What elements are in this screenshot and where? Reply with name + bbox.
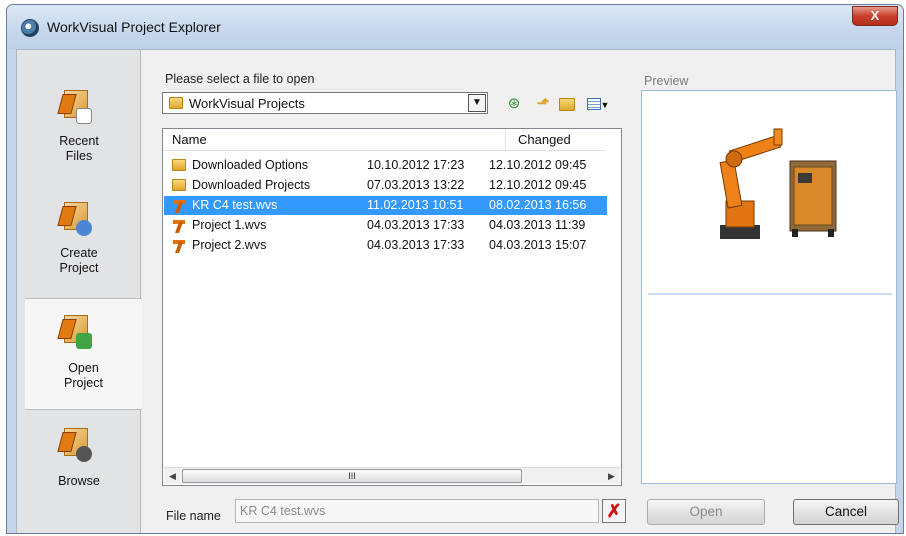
file-name: Downloaded Options	[192, 158, 309, 172]
sidebar-item-recent-files[interactable]: Recent Files	[17, 74, 141, 186]
sidebar-item-create-project[interactable]: Create Project	[17, 186, 141, 298]
file-row[interactable]: Downloaded Projects 07.03.2013 13:22 12.…	[164, 176, 607, 195]
up-folder-icon[interactable]: ⬏	[533, 94, 553, 114]
sidebar-item-browse[interactable]: Browse	[17, 412, 141, 524]
file-changed: 12.10.2012 09:45	[489, 158, 587, 172]
wvs-project-icon	[172, 219, 186, 233]
dialog-window: WorkVisual Project Explorer X Recent Fil…	[6, 4, 904, 534]
sidebar-item-label: Project	[59, 261, 99, 275]
file-name-label: File name	[166, 509, 221, 523]
open-button[interactable]: Open	[647, 499, 765, 525]
wvs-project-icon	[172, 239, 186, 253]
cancel-button[interactable]: Cancel	[793, 499, 899, 525]
file-name: Downloaded Projects	[192, 178, 311, 192]
file-list[interactable]: Name Changed Downloaded Options 10.10.20…	[162, 128, 622, 486]
scroll-left-icon[interactable]: ◀	[164, 468, 181, 484]
scroll-right-icon[interactable]: ▶	[603, 468, 620, 484]
title-bar: WorkVisual Project Explorer X	[7, 5, 903, 49]
new-folder-icon[interactable]	[557, 94, 577, 114]
close-button[interactable]: X	[852, 6, 898, 26]
file-created: 04.03.2013 17:33	[367, 218, 465, 232]
file-row-selected[interactable]: KR C4 test.wvs 11.02.2013 10:51 08.02.20…	[164, 196, 607, 215]
window-title: WorkVisual Project Explorer	[47, 19, 221, 35]
scroll-thumb[interactable]: III	[182, 469, 522, 483]
file-changed: 04.03.2013 11:39	[489, 218, 586, 232]
clear-icon[interactable]: ✗	[602, 499, 626, 523]
location-dropdown[interactable]: WorkVisual Projects ▼	[162, 92, 488, 114]
folder-icon	[172, 158, 186, 171]
file-changed: 08.02.2013 16:56	[489, 198, 587, 212]
dialog-body: Recent Files Create Project Open Project	[16, 49, 899, 533]
workvisual-app-icon	[21, 19, 39, 37]
file-created: 04.03.2013 17:33	[367, 238, 465, 252]
recent-files-icon	[57, 88, 92, 124]
column-header-name[interactable]: Name	[163, 129, 506, 151]
preview-separator	[648, 293, 892, 295]
open-project-icon	[57, 313, 92, 349]
file-changed: 12.10.2012 09:45	[489, 178, 587, 192]
folder-icon	[169, 97, 183, 109]
select-file-prompt: Please select a file to open	[165, 72, 315, 86]
horizontal-scrollbar[interactable]: ◀ III ▶	[164, 467, 620, 484]
file-name-field[interactable]: KR C4 test.wvs	[235, 499, 599, 523]
create-project-icon	[57, 200, 92, 236]
file-name: Project 2.wvs	[192, 238, 267, 252]
sidebar-item-open-project[interactable]: Open Project	[25, 298, 142, 410]
file-created: 07.03.2013 13:22	[367, 178, 465, 192]
location-value: WorkVisual Projects	[189, 96, 305, 111]
file-changed: 04.03.2013 15:07	[489, 238, 587, 252]
sidebar-item-label: Browse	[58, 474, 100, 488]
sidebar-item-label: Files	[65, 149, 93, 163]
file-row[interactable]: Project 1.wvs 04.03.2013 17:33 04.03.201…	[164, 216, 607, 235]
folder-icon	[172, 178, 186, 191]
sidebar-item-label: Create	[60, 246, 98, 260]
dropdown-arrow-icon[interactable]: ▼	[468, 94, 486, 112]
browse-icon	[57, 426, 92, 462]
file-created: 10.10.2012 17:23	[367, 158, 465, 172]
column-header-changed[interactable]: Changed	[506, 129, 606, 151]
back-icon[interactable]: ⊛	[504, 94, 524, 114]
sidebar: Recent Files Create Project Open Project	[17, 50, 142, 533]
file-name: Project 1.wvs	[192, 218, 267, 232]
sidebar-item-label: Project	[64, 376, 103, 390]
preview-panel	[641, 90, 897, 484]
file-name: KR C4 test.wvs	[192, 198, 278, 212]
preview-label: Preview	[644, 74, 689, 88]
file-row[interactable]: Project 2.wvs 04.03.2013 17:33 04.03.201…	[164, 236, 607, 255]
robot-preview-image	[719, 128, 837, 239]
wvs-project-icon	[172, 199, 186, 213]
sidebar-item-label: Recent	[59, 134, 99, 148]
sidebar-item-label: Open	[68, 361, 99, 375]
file-row[interactable]: Downloaded Options 10.10.2012 17:23 12.1…	[164, 156, 607, 175]
view-menu-icon[interactable]: ▼	[583, 94, 613, 114]
file-created: 11.02.2013 10:51	[367, 198, 464, 212]
